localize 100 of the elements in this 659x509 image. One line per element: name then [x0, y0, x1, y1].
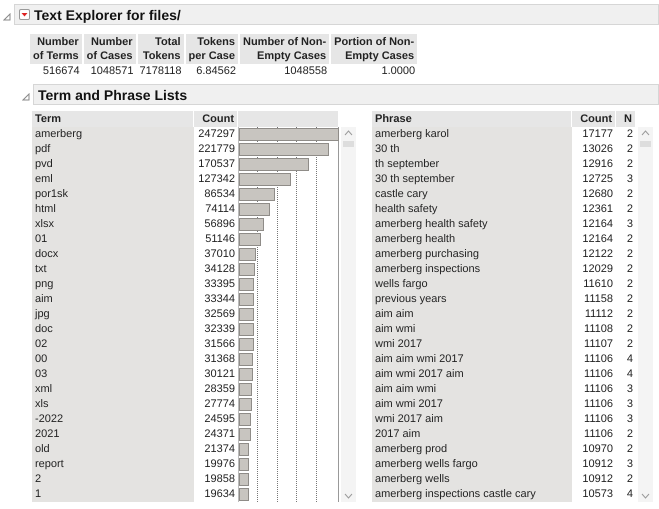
- count-cell-text: 21374: [203, 442, 236, 457]
- term-cell[interactable]: 01: [32, 232, 194, 247]
- scrollbar[interactable]: [341, 127, 356, 502]
- term-cell[interactable]: pvd: [32, 157, 194, 172]
- phrase-cell[interactable]: amerberg inspections: [372, 262, 572, 277]
- term-cell[interactable]: doc: [32, 322, 194, 337]
- term-cell[interactable]: 03: [32, 367, 194, 382]
- scroll-down-icon[interactable]: [641, 493, 650, 499]
- term-cell[interactable]: pdf: [32, 142, 194, 157]
- n-cell-text: 2: [626, 142, 634, 157]
- phrase-cell[interactable]: amerberg prod: [372, 442, 572, 457]
- count-cell-text: 10970: [581, 442, 614, 457]
- count-cell-text: 11106: [583, 397, 614, 412]
- count-cell-text: 32569: [203, 307, 236, 322]
- phrase-cell[interactable]: amerberg karol: [372, 127, 572, 142]
- count-cell-text: 11106: [583, 427, 614, 442]
- phrase-cell[interactable]: aim wmi 2017 aim: [372, 367, 572, 382]
- phrase-cell[interactable]: castle cary: [372, 187, 572, 202]
- term-cell[interactable]: 00: [32, 352, 194, 367]
- table-cell: 1048571: [82, 64, 136, 78]
- scrollbar[interactable]: [638, 127, 653, 502]
- term-cell[interactable]: -2022: [32, 412, 194, 427]
- phrase-cell[interactable]: amerberg inspections castle cary: [372, 487, 572, 502]
- phrase-cell[interactable]: amerberg health: [372, 232, 572, 247]
- count-cell-text: 11106: [583, 352, 614, 367]
- phrase-cell[interactable]: 30 th: [372, 142, 572, 157]
- count-cell-text: 56896: [203, 217, 236, 232]
- phrase-cell[interactable]: 30 th september: [372, 172, 572, 187]
- column-header: Count: [572, 111, 616, 127]
- count-cell-text: 19634: [203, 487, 236, 502]
- phrase-cell[interactable]: previous years: [372, 292, 572, 307]
- count-cell-text: 11106: [583, 367, 614, 382]
- count-cell-text: 11108: [583, 322, 614, 337]
- n-cell-text: 2: [626, 232, 634, 247]
- phrase-cell[interactable]: amerberg health safety: [372, 217, 572, 232]
- phrase-cell[interactable]: health safety: [372, 202, 572, 217]
- n-cell-text: 2: [626, 442, 634, 457]
- report-title: Text Explorer for files/: [34, 6, 181, 22]
- table-cell: 6.84562: [184, 64, 239, 78]
- column-header: Term: [32, 111, 194, 127]
- phrase-cell[interactable]: amerberg wells fargo: [372, 457, 572, 472]
- term-cell[interactable]: xls: [32, 397, 194, 412]
- term-cell[interactable]: por1sk: [32, 187, 194, 202]
- term-cell[interactable]: xlsx: [32, 217, 194, 232]
- term-cell[interactable]: png: [32, 277, 194, 292]
- n-cell-text: 2: [626, 247, 634, 262]
- term-cell[interactable]: eml: [32, 172, 194, 187]
- count-cell-text: 31566: [203, 337, 236, 352]
- phrase-cell[interactable]: aim wmi: [372, 322, 572, 337]
- count-cell-text: 33395: [203, 277, 236, 292]
- term-cell[interactable]: 2021: [32, 427, 194, 442]
- term-cell[interactable]: xml: [32, 382, 194, 397]
- count-cell-text: 74114: [204, 202, 236, 217]
- term-cell[interactable]: amerberg: [32, 127, 194, 142]
- phrase-cell[interactable]: th september: [372, 157, 572, 172]
- term-cell[interactable]: jpg: [32, 307, 194, 322]
- n-cell-text: 2: [626, 277, 634, 292]
- column-header: Total Tokens: [136, 34, 185, 64]
- phrase-cell[interactable]: aim aim wmi 2017: [372, 352, 572, 367]
- count-cell-text: 24595: [203, 412, 236, 427]
- count-cell-text: 11112: [584, 307, 614, 322]
- count-cell-text: 19976: [203, 457, 236, 472]
- phrase-cell[interactable]: 2017 aim: [372, 427, 572, 442]
- table-cell: 1.0000: [330, 64, 418, 78]
- scroll-up-icon[interactable]: [344, 130, 353, 136]
- phrase-cell[interactable]: aim wmi 2017: [372, 397, 572, 412]
- phrase-cell[interactable]: aim aim wmi: [372, 382, 572, 397]
- count-cell-text: 10912: [581, 472, 614, 487]
- count-cell-text: 12164: [581, 232, 614, 247]
- term-cell[interactable]: 1: [32, 487, 194, 502]
- collapse-icon[interactable]: [3, 12, 11, 20]
- phrase-cell[interactable]: aim aim: [372, 307, 572, 322]
- phrase-cell[interactable]: amerberg wells: [372, 472, 572, 487]
- term-cell[interactable]: txt: [32, 262, 194, 277]
- phrase-cell[interactable]: wmi 2017: [372, 337, 572, 352]
- n-cell-text: 3: [626, 412, 634, 427]
- n-cell-text: 3: [626, 457, 634, 472]
- term-cell[interactable]: docx: [32, 247, 194, 262]
- phrase-cell[interactable]: wmi 2017 aim: [372, 412, 572, 427]
- term-cell[interactable]: html: [32, 202, 194, 217]
- phrase-cell[interactable]: amerberg purchasing: [372, 247, 572, 262]
- count-cell-text: 51146: [204, 232, 236, 247]
- n-cell-text: 2: [626, 202, 634, 217]
- count-cell-text: 37010: [203, 247, 236, 262]
- term-cell[interactable]: 02: [32, 337, 194, 352]
- column-header: N: [616, 111, 636, 127]
- count-cell-text: 24371: [203, 427, 236, 442]
- term-cell[interactable]: 2: [32, 472, 194, 487]
- term-cell[interactable]: aim: [32, 292, 194, 307]
- dropdown-icon[interactable]: [19, 9, 30, 20]
- scroll-down-icon[interactable]: [344, 493, 353, 499]
- count-cell-text: 12680: [581, 187, 614, 202]
- column-header: Number of Terms: [30, 34, 83, 64]
- term-cell[interactable]: old: [32, 442, 194, 457]
- count-cell-text: 10573: [581, 487, 614, 502]
- phrase-cell[interactable]: wells fargo: [372, 277, 572, 292]
- term-cell[interactable]: report: [32, 457, 194, 472]
- collapse-icon[interactable]: [22, 92, 30, 100]
- table-cell: 516674: [30, 64, 83, 78]
- scroll-up-icon[interactable]: [641, 130, 650, 136]
